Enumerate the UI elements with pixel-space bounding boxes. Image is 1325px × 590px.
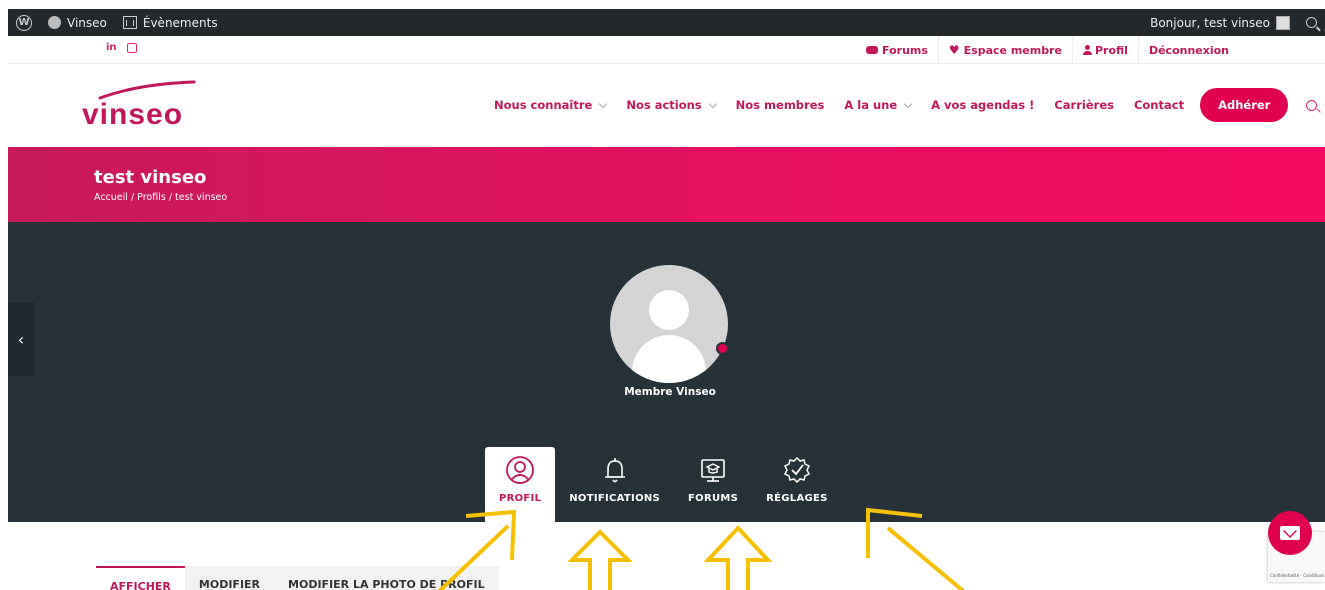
admin-site-name: Vinseo xyxy=(67,15,107,30)
top-links-bar: in Forums ♥ Espace membre Profil Déconnex… xyxy=(8,36,1325,64)
subtab-modifier[interactable]: MODIFIER xyxy=(184,566,275,590)
forums-link[interactable]: Forums xyxy=(856,36,939,64)
profile-icon xyxy=(506,456,535,484)
chevron-down-icon xyxy=(903,99,913,108)
contact-fab-button[interactable] xyxy=(1268,511,1312,555)
tab-profil[interactable]: PROFIL xyxy=(485,447,556,522)
join-button[interactable]: Adhérer xyxy=(1200,88,1289,122)
search-icon[interactable] xyxy=(1306,99,1318,111)
breadcrumb[interactable]: Accueil / Profils / test vinseo xyxy=(94,192,227,203)
nav-label: Contact xyxy=(1133,98,1185,112)
chevron-down-icon xyxy=(599,99,608,108)
member-space-label: Espace membre xyxy=(963,43,1062,57)
page: W Vinseo Évènements Bonjour, test vinseo… xyxy=(0,0,1325,590)
tab-label: NOTIFICATIONS xyxy=(569,493,661,504)
logout-link-label: Déconnexion xyxy=(1148,43,1229,57)
nav-label: Nos membres xyxy=(735,98,825,112)
admin-bar: W Vinseo Évènements Bonjour, test vinseo xyxy=(8,9,1325,36)
chat-icon xyxy=(866,46,879,54)
profile-link-label: Profil xyxy=(1094,43,1128,57)
profile-link[interactable]: Profil xyxy=(1073,36,1139,64)
nav-label: Carrières xyxy=(1054,98,1114,112)
envelope-icon xyxy=(1280,526,1300,540)
admin-avatar xyxy=(1276,15,1290,30)
heart-icon: ♥ xyxy=(948,43,960,57)
site-header: vinseo Nous connaître Nos actions Nos me… xyxy=(8,64,1325,147)
page-title-bar: test vinseo Accueil / Profils / test vin… xyxy=(8,147,1325,222)
nav-item-a-la-une[interactable]: A la une xyxy=(834,88,921,122)
forums-icon xyxy=(701,459,725,482)
user-icon xyxy=(1082,45,1092,55)
avatar-body xyxy=(632,335,706,383)
social-links: in xyxy=(106,42,137,53)
online-status-dot xyxy=(716,342,729,355)
settings-icon xyxy=(783,456,810,484)
dashboard-icon xyxy=(48,16,61,29)
nav-item-agendas[interactable]: A vos agendas ! xyxy=(921,88,1044,122)
calendar-icon xyxy=(122,16,137,29)
site-logo[interactable]: vinseo xyxy=(82,78,212,134)
tab-notifications[interactable]: NOTIFICATIONS xyxy=(555,447,674,522)
tab-label: FORUMS xyxy=(688,493,739,504)
member-type: Membre Vinseo xyxy=(624,386,716,398)
main-nav: Nous connaître Nos actions Nos membres A… xyxy=(484,88,1318,122)
nav-label: Nos actions xyxy=(626,98,702,112)
profile-header: ‹ Membre Vinseo PROFIL NOTIFICATIONS FOR… xyxy=(8,222,1325,522)
page-title: test vinseo xyxy=(94,167,207,188)
arrow-forums xyxy=(703,525,773,590)
member-space-link[interactable]: ♥ Espace membre xyxy=(939,36,1073,64)
logout-link[interactable]: Déconnexion xyxy=(1139,36,1239,64)
arrow-reglages xyxy=(866,507,966,590)
account-links: Forums ♥ Espace membre Profil Déconnexion xyxy=(856,36,1239,64)
nav-item-contact[interactable]: Contact xyxy=(1124,88,1194,122)
tab-forums[interactable]: FORUMS xyxy=(674,447,752,522)
logo-text: vinseo xyxy=(82,98,184,131)
admin-greeting: Bonjour, test vinseo xyxy=(1150,15,1270,30)
subtab-afficher[interactable]: AFFICHER xyxy=(96,566,185,590)
admin-site-link[interactable]: Vinseo xyxy=(40,9,115,36)
admin-account-menu[interactable]: Bonjour, test vinseo xyxy=(1142,9,1298,36)
admin-search-button[interactable] xyxy=(1298,9,1325,36)
nav-item-nous-connaitre[interactable]: Nous connaître xyxy=(484,88,616,122)
recaptcha-label: Confidentialité - Conditions xyxy=(1270,573,1325,578)
linkedin-icon[interactable]: in xyxy=(106,42,117,53)
subtab-modifier-photo[interactable]: MODIFIER LA PHOTO DE PROFIL xyxy=(274,566,499,590)
admin-events-label: Évènements xyxy=(142,15,218,30)
tab-label: PROFIL xyxy=(499,493,542,504)
wordpress-menu[interactable]: W xyxy=(8,9,40,36)
profile-subtabs: AFFICHER MODIFIER MODIFIER LA PHOTO DE P… xyxy=(96,566,499,590)
chevron-down-icon xyxy=(708,99,717,108)
nav-label: Nous connaître xyxy=(494,98,593,112)
admin-events-link[interactable]: Évènements xyxy=(115,9,226,36)
nav-label: A la une xyxy=(844,98,898,112)
forums-link-label: Forums xyxy=(882,43,928,57)
arrow-notifications xyxy=(567,529,633,590)
profile-tabs: PROFIL NOTIFICATIONS FORUMS RÉGLAGES xyxy=(485,447,842,522)
search-icon xyxy=(1306,17,1317,28)
sidebar-toggle[interactable]: ‹ xyxy=(8,302,34,376)
bell-icon xyxy=(604,458,625,483)
nav-item-nos-membres[interactable]: Nos membres xyxy=(726,88,835,122)
nav-item-nos-actions[interactable]: Nos actions xyxy=(616,88,725,122)
wordpress-icon: W xyxy=(16,14,32,31)
nav-item-carrieres[interactable]: Carrières xyxy=(1044,88,1124,122)
avatar-head xyxy=(649,290,689,330)
nav-label: A vos agendas ! xyxy=(931,98,1035,112)
tab-label: RÉGLAGES xyxy=(766,493,828,504)
youtube-icon[interactable] xyxy=(126,42,137,53)
avatar[interactable] xyxy=(610,265,728,383)
tab-reglages[interactable]: RÉGLAGES xyxy=(752,447,842,522)
